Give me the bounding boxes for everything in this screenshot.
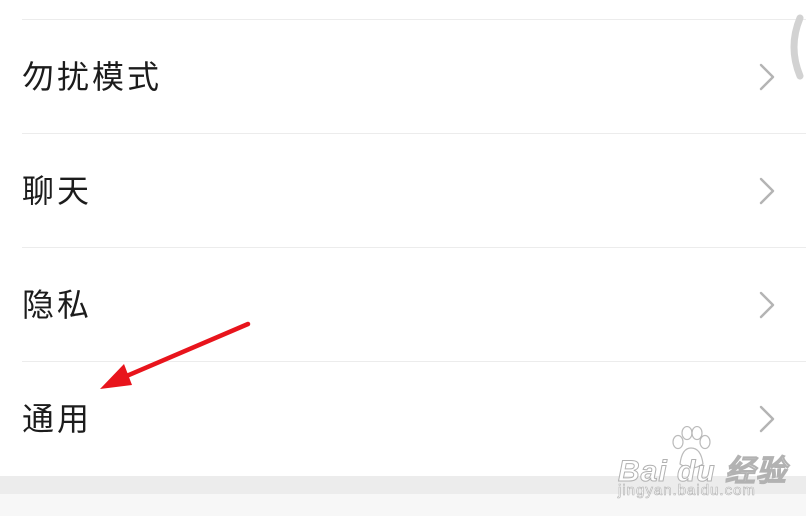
settings-item-privacy[interactable]: 隐私 — [0, 248, 806, 362]
chevron-right-icon — [759, 291, 775, 319]
chevron-right-icon — [759, 177, 775, 205]
section-gap — [0, 476, 806, 494]
settings-item-general[interactable]: 通用 — [0, 362, 806, 476]
settings-item-label: 聊天 — [22, 172, 93, 210]
scroll-indicator — [790, 14, 804, 80]
settings-item-chat[interactable]: 聊天 — [0, 134, 806, 248]
settings-item-label: 通用 — [22, 400, 93, 438]
settings-list: 勿扰模式 聊天 隐私 通用 — [0, 0, 806, 476]
settings-item-do-not-disturb[interactable]: 勿扰模式 — [0, 20, 806, 134]
settings-item-label: 勿扰模式 — [22, 58, 163, 96]
bottom-strip — [0, 494, 806, 516]
settings-item-label: 隐私 — [22, 286, 93, 324]
chevron-right-icon — [759, 405, 775, 433]
chevron-right-icon — [759, 63, 775, 91]
